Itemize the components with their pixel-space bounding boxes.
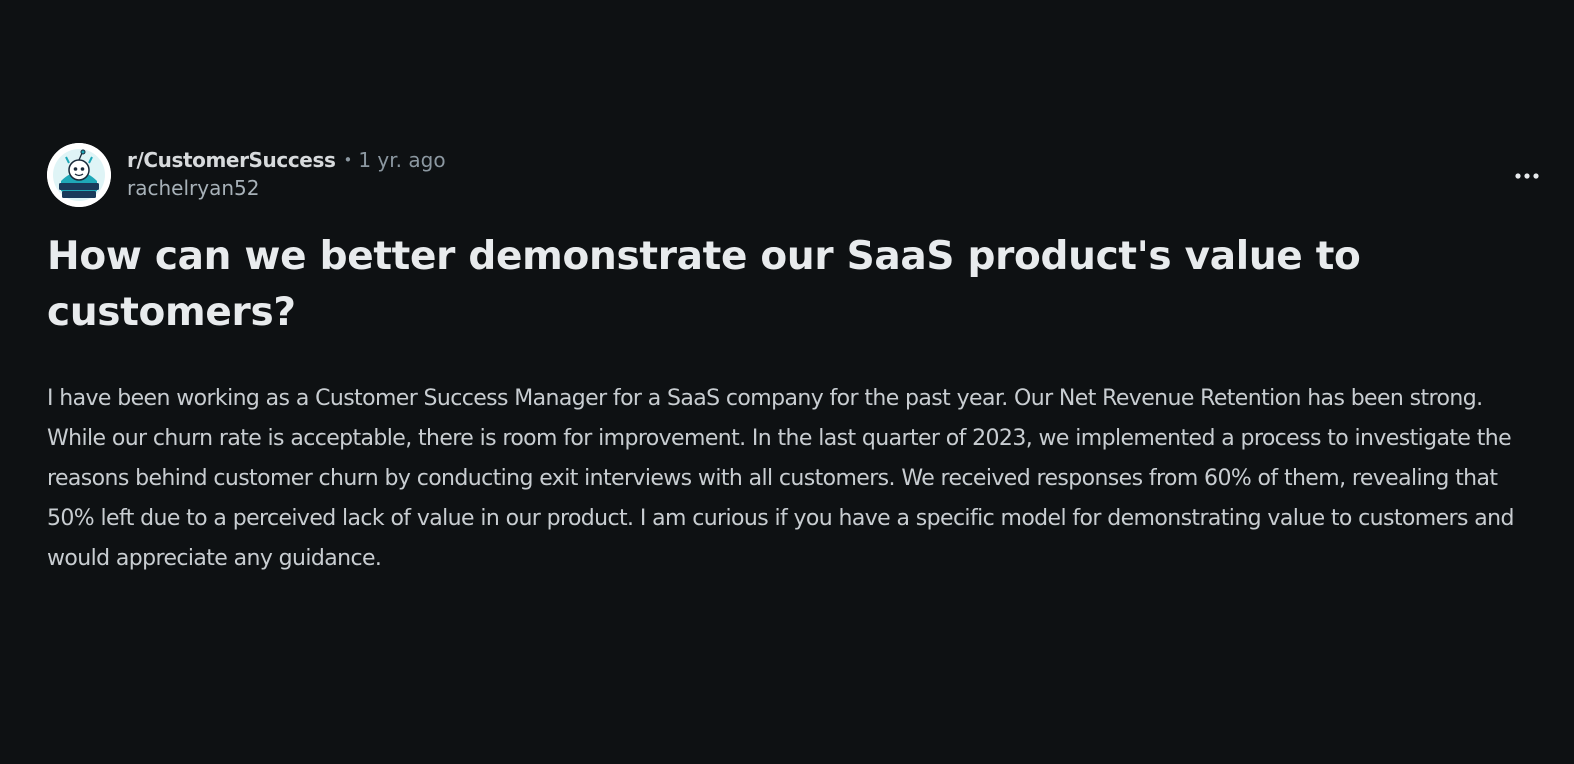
- post-body: I have been working as a Customer Succes…: [47, 386, 1514, 571]
- post-container: r/CustomerSuccess • 1 yr. ago rachelryan…: [47, 143, 1539, 579]
- subreddit-avatar-icon: [47, 143, 111, 207]
- subreddit-link[interactable]: r/CustomerSuccess: [127, 145, 336, 175]
- author-link[interactable]: rachelryan52: [127, 175, 446, 201]
- subreddit-avatar[interactable]: [47, 143, 111, 207]
- post-meta-text: r/CustomerSuccess • 1 yr. ago rachelryan…: [127, 145, 446, 201]
- post-timestamp: 1 yr. ago: [358, 148, 446, 172]
- meta-line: r/CustomerSuccess • 1 yr. ago: [127, 145, 446, 175]
- post-meta: r/CustomerSuccess • 1 yr. ago rachelryan…: [47, 143, 1539, 207]
- meta-separator: •: [343, 151, 353, 169]
- more-options-icon: [1515, 173, 1539, 179]
- more-options-button[interactable]: [1507, 161, 1547, 191]
- post-title[interactable]: How can we better demonstrate our SaaS p…: [47, 229, 1517, 341]
